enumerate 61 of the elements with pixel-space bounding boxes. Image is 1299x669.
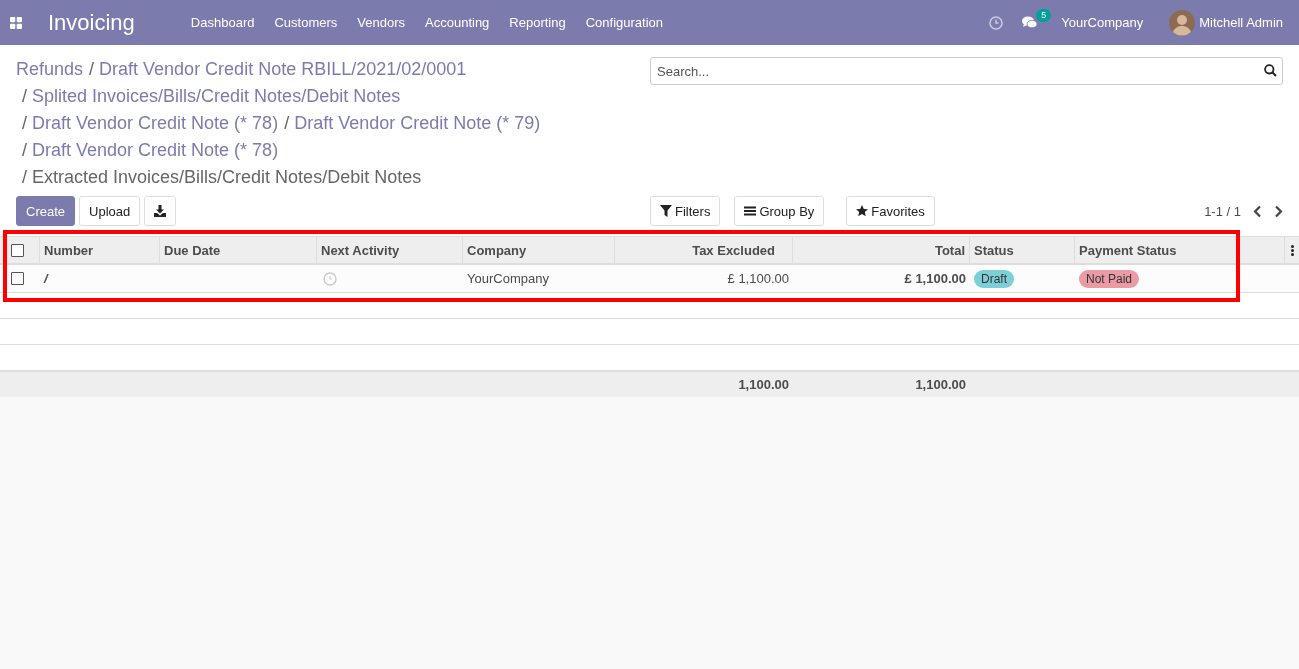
column-header[interactable]: Due Date <box>160 236 317 265</box>
breadcrumb-separator: / <box>22 166 27 189</box>
star-icon <box>856 205 869 217</box>
total-cell: 1,100.00 <box>915 377 966 392</box>
avatar <box>1169 9 1196 36</box>
create-button[interactable]: Create <box>16 196 76 226</box>
chat-icon <box>1022 16 1038 29</box>
chevron-right-icon[interactable] <box>1274 204 1283 218</box>
column-header[interactable]: Next Activity <box>317 236 463 265</box>
row-checkbox[interactable] <box>11 272 24 285</box>
breadcrumb-separator: / <box>89 58 95 81</box>
filter-icon <box>660 205 672 217</box>
total-cell: 1,100.00 <box>738 377 789 392</box>
payment-status-badge: Not Paid <box>1079 269 1140 288</box>
breadcrumb-separator: / <box>22 112 27 135</box>
filters-button[interactable]: Filters <box>650 196 721 226</box>
menu-item[interactable]: Accounting <box>415 15 500 30</box>
column-header[interactable]: Status <box>970 236 1075 265</box>
breadcrumb-link[interactable]: Splited Invoices/Bills/Credit Notes/Debit Notes <box>32 83 401 110</box>
search-field[interactable]: Search... <box>650 57 1283 85</box>
messages-button[interactable]: 5 <box>1022 9 1052 29</box>
menu-item[interactable]: Reporting <box>499 15 576 30</box>
column-header[interactable]: Tax Excluded <box>615 236 793 265</box>
chevron-left-icon[interactable] <box>1253 204 1262 218</box>
breadcrumb-separator: / <box>284 112 290 135</box>
menu-item[interactable]: Vendors <box>347 15 415 30</box>
column-header[interactable]: Payment Status <box>1075 236 1285 265</box>
app-title: Invoicing <box>48 9 135 36</box>
breadcrumb-link[interactable]: Draft Vendor Credit Note (* 78) <box>32 110 279 137</box>
breadcrumb-link[interactable]: Draft Vendor Credit Note (* 78) <box>32 137 279 164</box>
upload-button[interactable]: Upload <box>79 196 141 226</box>
group-by-button[interactable]: Group By <box>734 196 825 226</box>
table-cell: YourCompany <box>467 271 549 286</box>
favorites-button[interactable]: Favorites <box>846 196 935 226</box>
status-badge: Draft <box>974 269 1014 288</box>
breadcrumb-link[interactable]: Refunds <box>16 56 84 83</box>
pager-value[interactable]: 1-1 / 1 <box>1204 203 1241 219</box>
select-all-checkbox[interactable] <box>11 243 24 257</box>
menu-item[interactable]: Configuration <box>575 15 674 30</box>
kebab-icon[interactable] <box>1290 244 1294 256</box>
message-count-badge: 5 <box>1036 9 1052 22</box>
breadcrumb-current: Extracted Invoices/Bills/Credit Notes/Debit Notes <box>32 166 422 189</box>
list-icon <box>744 205 757 217</box>
column-header[interactable]: Company <box>463 236 615 265</box>
download-button[interactable] <box>144 196 177 226</box>
table-cell: £ 1,100.00 <box>904 271 966 286</box>
breadcrumb-separator: / <box>22 139 27 162</box>
menu-item[interactable]: Dashboard <box>180 15 265 30</box>
table-cell: / <box>44 271 48 286</box>
company-switcher[interactable]: YourCompany <box>1061 15 1144 30</box>
download-icon <box>154 205 167 217</box>
breadcrumb-link[interactable]: Draft Vendor Credit Note (* 79) <box>294 110 541 137</box>
breadcrumb-separator: / <box>22 85 27 108</box>
column-header[interactable]: Number <box>40 236 160 265</box>
menu-item[interactable]: Customers <box>264 15 348 30</box>
apps-icon[interactable] <box>10 16 22 29</box>
user-name[interactable]: Mitchell Admin <box>1199 15 1283 30</box>
column-header[interactable]: Total <box>793 236 970 265</box>
breadcrumb-link[interactable]: Draft Vendor Credit Note RBILL/2021/02/0001 <box>99 56 467 83</box>
table-cell: £ 1,100.00 <box>727 271 789 286</box>
search-icon[interactable] <box>1264 64 1277 77</box>
